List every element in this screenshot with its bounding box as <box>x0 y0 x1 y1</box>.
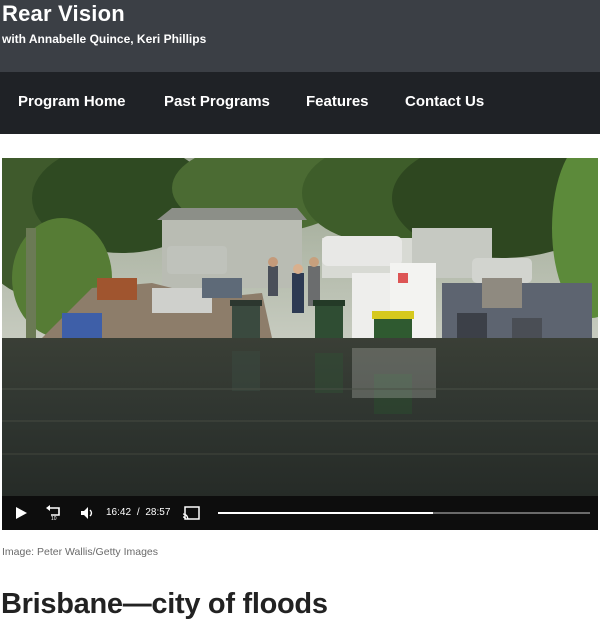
volume-button[interactable] <box>78 496 98 530</box>
progress-track[interactable] <box>218 512 590 514</box>
duration: 28:57 <box>145 507 171 518</box>
replay-10-button[interactable]: 10 <box>42 496 66 530</box>
flood-scene-image <box>2 158 598 496</box>
play-button[interactable] <box>10 496 32 530</box>
cast-icon <box>182 506 200 520</box>
article-headline: Brisbane—city of floods <box>1 588 328 620</box>
cast-button[interactable] <box>180 496 202 530</box>
main-nav: Program Home Past Programs Features Cont… <box>0 72 600 134</box>
time-separator: / <box>136 507 140 518</box>
progress-fill <box>218 512 433 514</box>
video-player[interactable]: 10 16:42 / 28:57 <box>2 158 598 530</box>
current-time: 16:42 <box>106 507 132 518</box>
show-title[interactable]: Rear Vision <box>2 1 125 27</box>
player-controls: 10 16:42 / 28:57 <box>2 496 598 530</box>
nav-item-program-home[interactable]: Program Home <box>18 93 126 110</box>
time-display: 16:42 / 28:57 <box>106 507 170 518</box>
volume-icon <box>81 507 93 519</box>
show-hosts: with Annabelle Quince, Keri Phillips <box>2 32 207 46</box>
show-header: Rear Vision with Annabelle Quince, Keri … <box>0 0 600 72</box>
nav-item-features[interactable]: Features <box>306 93 369 110</box>
image-caption: Image: Peter Wallis/Getty Images <box>2 546 158 558</box>
svg-text:10: 10 <box>51 516 57 521</box>
replay-10-icon: 10 <box>46 505 60 521</box>
nav-item-contact-us[interactable]: Contact Us <box>405 93 484 110</box>
play-icon <box>16 507 27 519</box>
nav-item-past-programs[interactable]: Past Programs <box>164 93 270 110</box>
